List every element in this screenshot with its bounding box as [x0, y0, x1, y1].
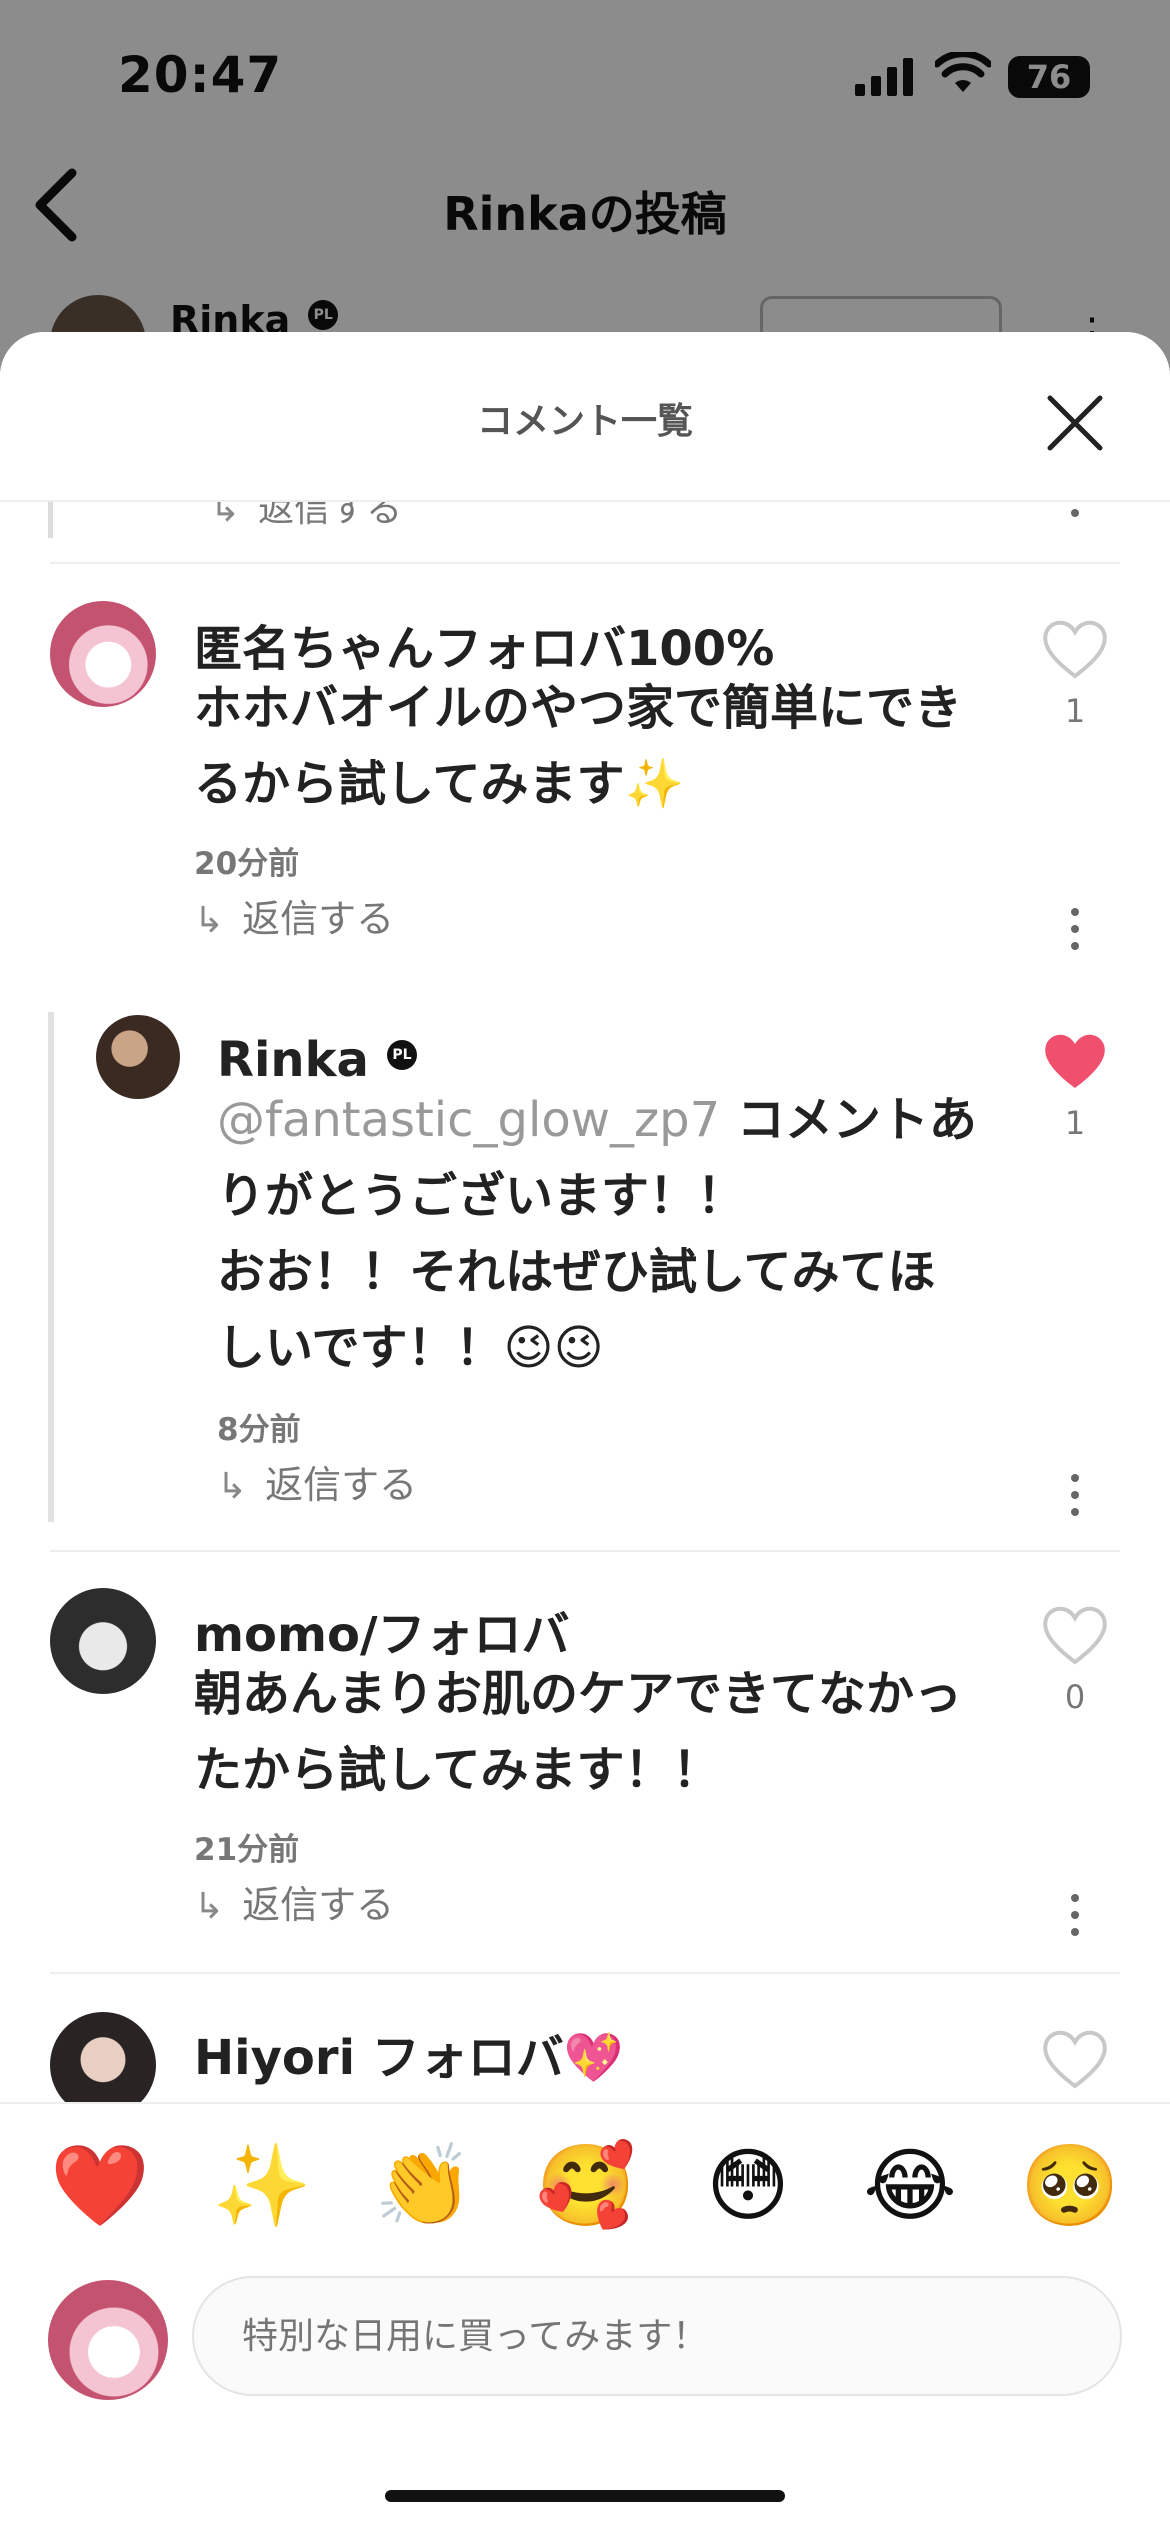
more-vertical-icon[interactable] [1065, 502, 1085, 542]
heart-outline-icon[interactable] [1040, 618, 1110, 680]
comment-line: おお！！それはぜひ試してみてほ [217, 1244, 936, 1300]
close-icon[interactable] [1040, 388, 1110, 458]
current-user-avatar [48, 2280, 168, 2400]
reply-link[interactable]: ↳ 返信する [210, 502, 402, 532]
comment-author-name[interactable]: Hiyori フォロバ💖 [194, 2018, 624, 2088]
comment-line: るから試してみます✨ [194, 756, 685, 812]
comment-line: しいです！！😉😉 [217, 1320, 604, 1376]
heart-filled-icon[interactable] [1040, 1030, 1110, 1092]
like-count: 1 [1064, 692, 1086, 730]
pro-badge-icon: PL [386, 1040, 417, 1070]
reply-link[interactable]: ↳ 返信する [194, 1874, 394, 1929]
comment-composer: ❤️ ✨ 👏 🥰 😳 😂 🥺 [0, 2102, 1170, 2532]
avatar[interactable] [50, 1588, 156, 1694]
reply-link[interactable]: ↳ 返信する [217, 1454, 417, 1509]
comment-input[interactable] [192, 2276, 1122, 2396]
comment-line: りがとうございます！！ [217, 1168, 746, 1224]
comment-body: @fantastic_glow_zp7 コメントあ りがとうございます！！ おお… [217, 1082, 1017, 1386]
emoji-joy-button[interactable]: 😂 [860, 2136, 960, 2236]
comment-line: 朝あんまりお肌のケアできてなかっ [194, 1666, 963, 1722]
comment-author-name[interactable]: momo/フォロバ [194, 1595, 570, 1665]
comment-time: 20分前 [194, 846, 300, 882]
reply-arrow-icon: ↳ [217, 1466, 248, 1507]
like-count: 1 [1064, 1104, 1086, 1142]
thread-line [48, 1012, 54, 1522]
emoji-smiling-hearts-button[interactable]: 🥰 [536, 2136, 636, 2236]
mention-link[interactable]: @fantastic_glow_zp7 [217, 1092, 720, 1148]
comment-author-name[interactable]: Rinka PL [217, 1032, 417, 1088]
avatar[interactable] [50, 601, 156, 707]
heart-outline-icon[interactable] [1040, 2028, 1110, 2090]
emoji-pleading-button[interactable]: 🥺 [1020, 2136, 1120, 2236]
comment-time: 8分前 [217, 1412, 301, 1448]
sheet-header: コメント一覧 [0, 332, 1170, 502]
more-vertical-icon[interactable] [1065, 1474, 1085, 1524]
reply-link[interactable]: ↳ 返信する [194, 888, 394, 943]
emoji-flushed-button[interactable]: 😳 [698, 2136, 798, 2236]
comment-line: ホホバオイルのやつ家で簡単にでき [194, 680, 963, 736]
emoji-sparkles-button[interactable]: ✨ [212, 2136, 312, 2236]
comment-body: 朝あんまりお肌のケアできてなかっ たから試してみます！！ [194, 1656, 1014, 1808]
divider [50, 1972, 1120, 1974]
emoji-quick-bar: ❤️ ✨ 👏 🥰 😳 😂 🥺 [0, 2136, 1170, 2246]
emoji-clap-button[interactable]: 👏 [374, 2136, 474, 2236]
emoji-heart-button[interactable]: ❤️ [50, 2136, 150, 2236]
comments-sheet: コメント一覧 ↳ 返信する 匿名ちゃんフォロバ100% ホホバオイルのやつ家で簡単… [0, 332, 1170, 2532]
comment-line: @fantastic_glow_zp7 コメントあ [217, 1092, 977, 1148]
divider [50, 1550, 1120, 1552]
heart-outline-icon[interactable] [1040, 1604, 1110, 1666]
more-vertical-icon[interactable] [1065, 1894, 1085, 1944]
like-count: 0 [1064, 1678, 1086, 1716]
avatar[interactable] [96, 1015, 180, 1099]
reply-arrow-icon: ↳ [194, 900, 225, 941]
reply-arrow-icon: ↳ [194, 1886, 225, 1927]
thread-line [48, 502, 53, 538]
divider [50, 562, 1120, 564]
comment-body: ホホバオイルのやつ家で簡単にでき るから試してみます✨ [194, 670, 1014, 822]
more-vertical-icon[interactable] [1065, 908, 1085, 958]
reply-arrow-icon: ↳ [210, 502, 241, 530]
home-indicator[interactable] [385, 2490, 785, 2502]
sheet-title: コメント一覧 [476, 401, 693, 442]
comment-line: たから試してみます！！ [194, 1742, 721, 1798]
comment-time: 21分前 [194, 1832, 300, 1868]
comment-author-name[interactable]: 匿名ちゃんフォロバ100% [194, 609, 774, 679]
